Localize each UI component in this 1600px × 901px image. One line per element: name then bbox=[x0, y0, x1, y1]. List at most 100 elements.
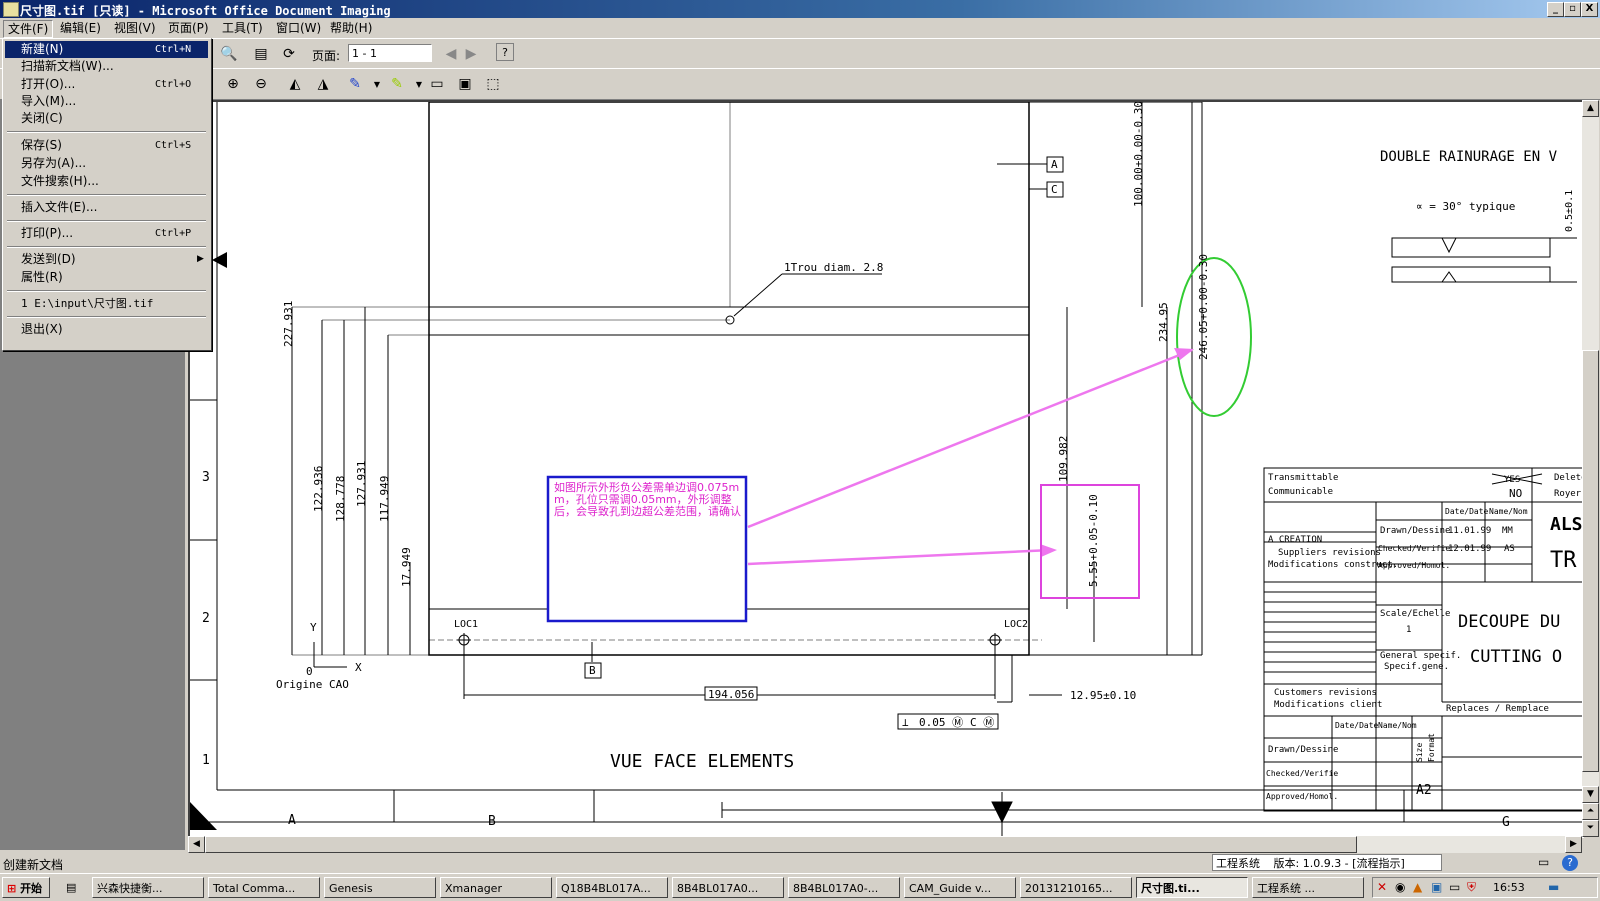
pen-icon[interactable]: ✎ bbox=[344, 73, 366, 95]
menu-item-print[interactable]: 打印(P)... Ctrl+P bbox=[5, 225, 208, 242]
maximize-button[interactable]: ▫ bbox=[1564, 2, 1581, 17]
menu-item-close[interactable]: 关闭(C) bbox=[5, 110, 208, 127]
scroll-right-icon[interactable]: ▶ bbox=[1565, 836, 1582, 853]
select-icon[interactable]: ⬚ bbox=[482, 73, 504, 95]
zoom-in-icon[interactable]: ⊕ bbox=[222, 73, 244, 95]
tray-shield-icon[interactable]: ⛨ bbox=[1467, 880, 1476, 895]
menu-separator bbox=[7, 316, 206, 318]
menu-window[interactable]: 窗口(W) bbox=[272, 20, 325, 36]
clock[interactable]: 16:53 bbox=[1493, 881, 1525, 894]
engineering-version: 版本: 1.0.9.3 - [流程指示] bbox=[1273, 857, 1405, 870]
menu-item-scan[interactable]: 扫描新文档(W)... bbox=[5, 58, 208, 75]
page-down-icon[interactable]: ⏷ bbox=[1582, 820, 1599, 837]
menu-help[interactable]: 帮助(H) bbox=[326, 20, 376, 36]
tb-decoupe: DECOUPE DU bbox=[1458, 612, 1560, 632]
menu-edit[interactable]: 编辑(E) bbox=[56, 20, 105, 36]
menu-item-properties[interactable]: 属性(R) bbox=[5, 269, 208, 286]
menu-item-recent-file[interactable]: 1 E:\input\尺寸图.tif bbox=[5, 295, 208, 312]
menu-item-insert[interactable]: 插入文件(E)... bbox=[5, 199, 208, 216]
document-view[interactable]: 如图所示外形负公差需单边调0.075mm，孔位只需调0.05mm，外形调整后，会… bbox=[188, 100, 1584, 838]
task-item-3[interactable]: Genesis bbox=[324, 877, 436, 898]
page-up-icon[interactable]: ⏶ bbox=[1582, 803, 1599, 820]
menu-view[interactable]: 视图(V) bbox=[110, 20, 160, 36]
menu-tools[interactable]: 工具(T) bbox=[218, 20, 267, 36]
tray-network-icon[interactable]: ▣ bbox=[1431, 880, 1442, 894]
col-a: A bbox=[288, 813, 296, 828]
find-icon[interactable]: 🔍 bbox=[218, 43, 240, 65]
tb-customers: Customers revisions bbox=[1274, 688, 1377, 698]
tray-volume-icon[interactable]: ◉ bbox=[1395, 880, 1405, 894]
menu-file[interactable]: 文件(F) bbox=[3, 20, 54, 38]
tb-name1: MM bbox=[1502, 526, 1513, 536]
vertical-scrollbar[interactable]: ▲ ▼ ⏶ ⏷ bbox=[1582, 100, 1599, 837]
dim-555: 5.55+0.05-0.10 bbox=[1087, 494, 1100, 587]
hscroll-thumb[interactable] bbox=[205, 836, 1357, 853]
menu-item-new[interactable]: 新建(N) Ctrl+N bbox=[5, 41, 208, 58]
dim-127: 127.931 bbox=[355, 461, 368, 507]
page-input[interactable]: 1 - 1 bbox=[348, 44, 432, 62]
tray-app-icon[interactable]: ▲ bbox=[1413, 880, 1422, 894]
task-item-active[interactable]: 尺寸图.ti... bbox=[1136, 877, 1248, 898]
scroll-thumb[interactable] bbox=[1582, 350, 1599, 772]
quicklaunch-icon[interactable]: ▤ bbox=[62, 877, 88, 898]
datum-b: B bbox=[589, 664, 596, 677]
task-item-6[interactable]: 8B4BL017A0... bbox=[672, 877, 784, 898]
menu-page[interactable]: 页面(P) bbox=[164, 20, 213, 36]
task-item-5[interactable]: Q18B4BL017A... bbox=[556, 877, 668, 898]
scroll-down-icon[interactable]: ▼ bbox=[1582, 786, 1599, 803]
highlighter-icon[interactable]: ✎ bbox=[386, 73, 408, 95]
menu-item-exit[interactable]: 退出(X) bbox=[5, 321, 208, 338]
task-item-9[interactable]: 20131210165... bbox=[1020, 877, 1132, 898]
origin-zero: 0 bbox=[306, 665, 313, 678]
pen-dropdown-icon[interactable]: ▼ bbox=[366, 73, 388, 95]
tb-tr: TR bbox=[1550, 548, 1577, 573]
task-item-11[interactable]: 工程系统 ... bbox=[1252, 877, 1364, 898]
rotate-right-icon[interactable]: ◮ bbox=[312, 73, 334, 95]
task-item-2[interactable]: Total Comma... bbox=[208, 877, 320, 898]
menu-item-save[interactable]: 保存(S) Ctrl+S bbox=[5, 137, 208, 154]
tray-desktop-icon[interactable]: ▬ bbox=[1548, 880, 1559, 894]
next-page-icon[interactable]: ▶ bbox=[460, 43, 482, 65]
task-item-7[interactable]: 8B4BL017A0-... bbox=[788, 877, 900, 898]
app-icon[interactable] bbox=[3, 2, 19, 17]
menu-item-send-to[interactable]: 发送到(D) ▶ bbox=[5, 251, 208, 268]
menu-item-import[interactable]: 导入(M)... bbox=[5, 93, 208, 110]
tb-date-head: Date/Date bbox=[1445, 507, 1489, 516]
tb-name2: AS bbox=[1504, 544, 1515, 554]
text-box-icon[interactable]: ▭ bbox=[426, 73, 448, 95]
datum-c: C bbox=[1051, 183, 1058, 196]
tray-x-icon[interactable]: ✕ bbox=[1377, 880, 1387, 894]
scroll-up-icon[interactable]: ▲ bbox=[1582, 100, 1599, 117]
task-item-4[interactable]: Xmanager bbox=[440, 877, 552, 898]
status-text: 创建新文档 bbox=[3, 858, 64, 872]
tb-modif: Modifications construct. bbox=[1268, 560, 1398, 570]
question-icon[interactable]: ? bbox=[1562, 855, 1578, 871]
scroll-left-icon[interactable]: ◀ bbox=[188, 836, 205, 853]
tray-display-icon[interactable]: ▭ bbox=[1449, 880, 1460, 894]
minimize-button[interactable]: _ bbox=[1547, 2, 1564, 17]
menu-item-save-as[interactable]: 另存为(A)... bbox=[5, 155, 208, 172]
horizontal-scrollbar[interactable]: ◀ ▶ bbox=[188, 836, 1582, 853]
tb-communicable: Communicable bbox=[1268, 487, 1333, 497]
tol-value: 0.05 Ⓜ bbox=[919, 716, 963, 729]
tb-delete: Delete bbox=[1554, 473, 1584, 483]
rotate-left-icon[interactable]: ◭ bbox=[284, 73, 306, 95]
page-label: 页面: bbox=[312, 49, 341, 63]
menu-item-search[interactable]: 文件搜索(H)... bbox=[5, 173, 208, 190]
close-button[interactable]: X bbox=[1581, 2, 1598, 17]
zoom-out-icon[interactable]: ⊖ bbox=[250, 73, 272, 95]
rescan-icon[interactable]: ⟳ bbox=[278, 43, 300, 65]
engineering-system-window[interactable]: 工程系统 版本: 1.0.9.3 - [流程指示] bbox=[1212, 854, 1442, 871]
prev-page-icon[interactable]: ◀ bbox=[440, 43, 462, 65]
help-icon[interactable]: ? bbox=[496, 43, 514, 61]
task-item-1[interactable]: 兴森快捷衡... bbox=[92, 877, 204, 898]
status-icon-a: ▭ bbox=[1538, 855, 1550, 869]
scan-icon[interactable]: ▤ bbox=[250, 43, 272, 65]
start-button[interactable]: ⊞ 开始 bbox=[2, 877, 50, 898]
row-3: 3 bbox=[202, 470, 210, 485]
picture-icon[interactable]: ▣ bbox=[454, 73, 476, 95]
task-item-8[interactable]: CAM_Guide v... bbox=[904, 877, 1016, 898]
tol-perp: ⊥ bbox=[902, 716, 909, 729]
dim-128: 128.778 bbox=[334, 476, 347, 522]
menu-item-open[interactable]: 打开(O)... Ctrl+O bbox=[5, 76, 208, 93]
